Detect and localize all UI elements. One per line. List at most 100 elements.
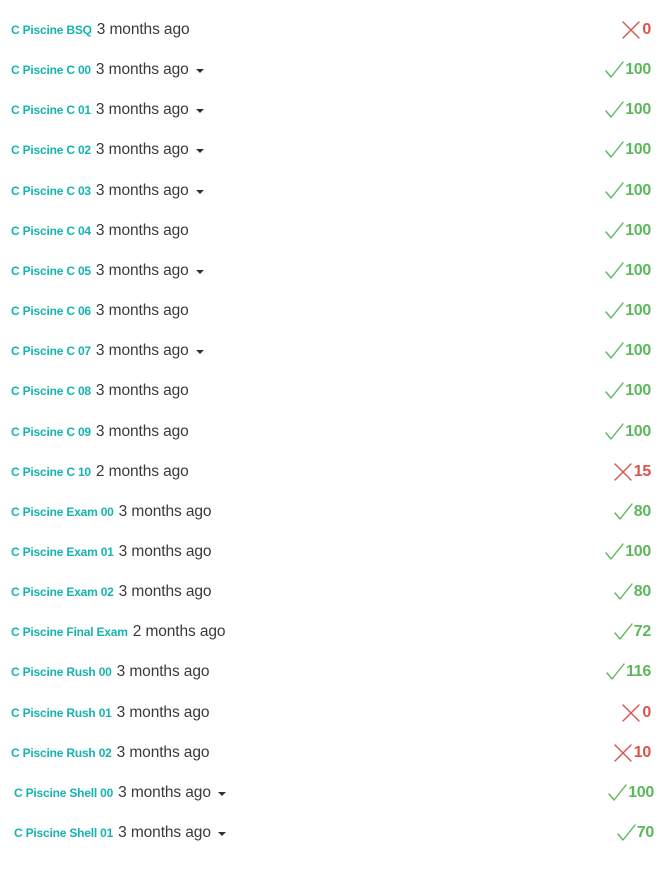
project-score: 100 [625,221,651,239]
project-result: 100 [604,291,651,331]
project-result: 100 [604,211,651,251]
project-name-link[interactable]: C Piscine C 06 [11,304,91,318]
caret-down-icon[interactable] [195,350,204,355]
project-result: 100 [604,251,651,291]
cross-icon [621,703,641,723]
project-time: 3 months ago [95,101,189,119]
project-score: 10 [633,743,652,761]
project-row: C Piscine C 00 3 months ago 100 [0,50,670,90]
project-time: 2 months ago [132,623,226,641]
project-score: 100 [625,61,651,79]
project-score: 0 [642,703,651,721]
project-name-link[interactable]: C Piscine C 05 [11,264,91,278]
project-row: C Piscine Shell 00 3 months ago 100 [0,773,670,813]
caret-down-icon[interactable] [217,832,226,836]
project-result: 100 [604,532,651,572]
project-result: 0 [621,10,651,50]
project-time: 3 months ago [116,663,210,681]
check-icon [613,582,633,602]
project-name-link[interactable]: C Piscine C 01 [11,103,91,117]
project-info: C Piscine C 02 3 months ago [11,130,204,170]
project-row: C Piscine Rush 00 3 months ago 116 [0,652,670,692]
project-result: 72 [613,612,651,652]
check-icon [604,100,624,120]
project-score: 80 [633,583,652,601]
check-icon [604,60,624,80]
project-row: C Piscine C 03 3 months ago 100 [0,171,670,211]
project-score: 100 [628,783,654,801]
caret-down-icon[interactable] [195,69,204,74]
project-name-link[interactable]: C Piscine Shell 01 [14,826,113,840]
project-name-link[interactable]: C Piscine C 10 [11,465,91,479]
project-name-link[interactable]: C Piscine Exam 01 [11,545,114,559]
project-name-link[interactable]: C Piscine Final Exam [11,625,128,639]
project-info: C Piscine C 04 3 months ago [11,211,189,251]
project-time: 3 months ago [95,342,189,360]
project-name-link[interactable]: C Piscine C 04 [11,224,91,238]
project-info: C Piscine C 01 3 months ago [11,90,204,130]
project-name-link[interactable]: C Piscine Shell 00 [14,786,113,800]
project-name-link[interactable]: C Piscine Exam 00 [11,505,114,519]
project-row: C Piscine C 10 2 months ago 15 [0,452,670,492]
project-name-link[interactable]: C Piscine Rush 02 [11,746,112,760]
project-time: 3 months ago [118,783,211,801]
projects-list: C Piscine BSQ 3 months ago 0 C Piscine C 00… [0,0,670,874]
project-info: C Piscine C 08 3 months ago [11,371,189,411]
cross-icon [621,20,641,40]
caret-down-icon[interactable] [195,189,204,194]
project-time: 3 months ago [118,583,212,601]
check-icon [616,823,636,843]
project-row: C Piscine Exam 00 3 months ago 80 [0,492,670,532]
project-result: 100 [604,171,651,211]
project-row: C Piscine BSQ 3 months ago 0 [0,10,670,50]
project-name-link[interactable]: C Piscine C 03 [11,184,91,198]
project-result: 80 [613,492,651,532]
project-name-link[interactable]: C Piscine Rush 00 [11,665,112,679]
caret-down-icon[interactable] [195,149,204,154]
project-name-link[interactable]: C Piscine C 09 [11,425,91,439]
check-icon [605,662,625,682]
project-score: 100 [625,302,651,320]
project-result: 116 [605,652,651,692]
project-result: 100 [604,50,651,90]
project-info: C Piscine Rush 01 3 months ago [11,693,209,733]
project-row: C Piscine C 08 3 months ago 100 [0,371,670,411]
project-score: 15 [633,462,652,480]
caret-down-icon[interactable] [217,791,226,796]
project-result: 100 [604,371,651,411]
project-info: C Piscine C 07 3 months ago [11,331,204,371]
project-time: 3 months ago [118,542,212,560]
project-name-link[interactable]: C Piscine C 07 [11,344,91,358]
caret-down-icon[interactable] [195,109,204,114]
project-time: 3 months ago [95,422,189,440]
project-name-link[interactable]: C Piscine C 08 [11,384,91,398]
project-info: C Piscine Final Exam 2 months ago [11,612,226,652]
project-name-link[interactable]: C Piscine BSQ [11,23,92,37]
project-name-link[interactable]: C Piscine Rush 01 [11,706,112,720]
check-icon [604,381,624,401]
check-icon [607,783,627,803]
project-name-link[interactable]: C Piscine C 02 [11,143,91,157]
project-score: 100 [625,422,651,440]
project-info: C Piscine Shell 01 3 months ago [14,813,226,853]
project-score: 72 [633,623,652,641]
project-result: 80 [613,572,651,612]
project-result: 0 [621,693,651,733]
project-score: 100 [625,101,651,119]
project-row: C Piscine Rush 01 3 months ago 0 [0,693,670,733]
project-result: 100 [604,130,651,170]
check-icon [604,422,624,442]
project-name-link[interactable]: C Piscine C 00 [11,63,91,77]
project-info: C Piscine Rush 02 3 months ago [11,733,209,773]
project-row: C Piscine C 02 3 months ago 100 [0,130,670,170]
project-score: 80 [633,502,652,520]
project-score: 0 [642,21,651,38]
caret-down-icon[interactable] [195,269,204,274]
project-row: C Piscine Final Exam 2 months ago 72 [0,612,670,652]
project-name-link[interactable]: C Piscine Exam 02 [11,585,114,599]
project-info: C Piscine Rush 00 3 months ago [11,652,209,692]
project-score: 100 [625,261,651,279]
project-time: 3 months ago [95,181,189,199]
project-row: C Piscine Rush 02 3 months ago 10 [0,733,670,773]
cross-icon [613,462,633,482]
